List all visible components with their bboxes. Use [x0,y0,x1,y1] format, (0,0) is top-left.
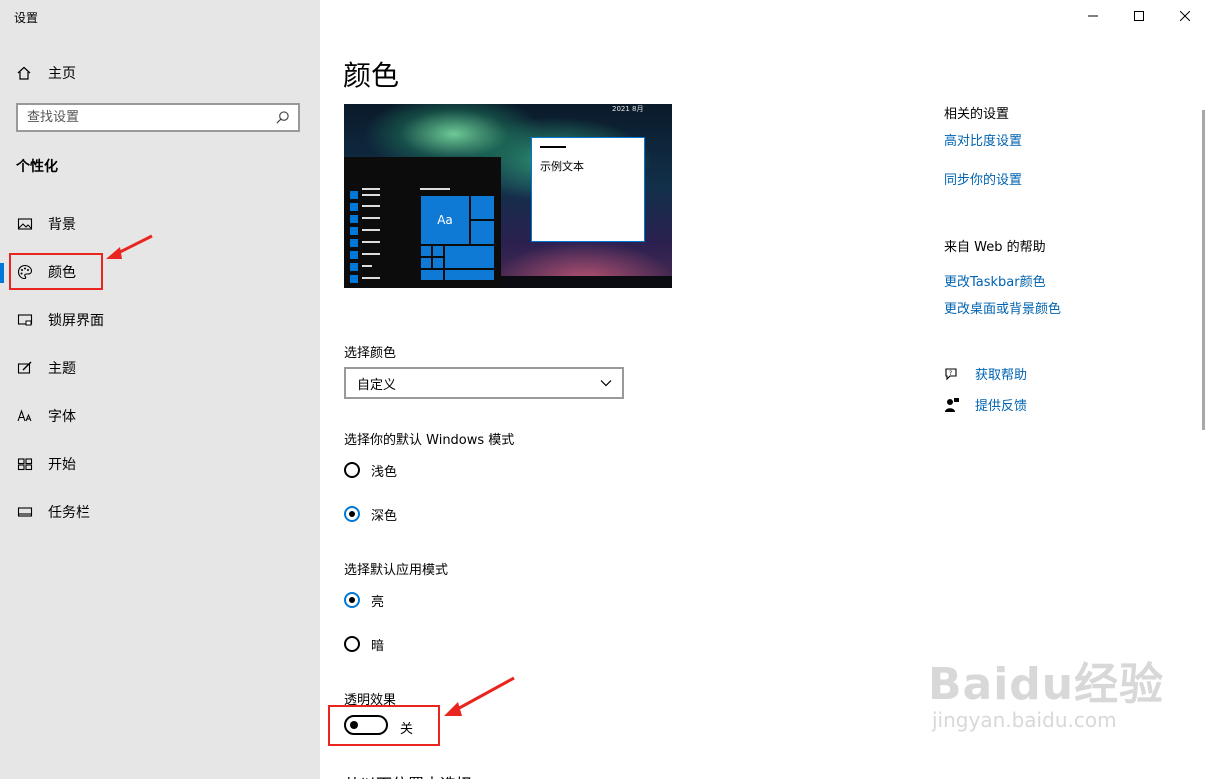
watermark-brand: Baidu经验 [928,659,1165,710]
radio-circle[interactable] [344,592,360,608]
sync-settings-link[interactable]: 同步你的设置 [944,169,1022,188]
svg-text:?: ? [949,370,952,377]
windows-mode-dark-radio[interactable]: 深色 [344,503,397,525]
transparency-toggle[interactable] [344,715,388,735]
radio-circle[interactable] [344,462,360,478]
picture-icon [17,216,33,232]
sidebar-item-label: 主题 [48,361,76,377]
sidebar-item-label: 字体 [48,409,76,425]
feedback-person-icon [945,397,959,412]
color-preview: 2021 8月 Aa 示例文本 [344,104,672,288]
windows-mode-light-radio[interactable]: 浅色 [344,459,397,481]
related-settings-heading: 相关的设置 [944,107,1010,122]
minimize-button[interactable] [1070,0,1116,32]
preview-clock: 2021 8月 [612,105,644,113]
minimize-icon [1088,15,1098,17]
sidebar-item-themes[interactable]: 主题 [0,348,320,388]
toggle-knob [350,721,358,729]
transparency-state-label: 关 [400,722,414,737]
app-mode-light-radio[interactable]: 亮 [344,589,384,611]
sidebar: 设置 主页 个性化 背景 颜色 锁屏界面 主题 字体 开始 任务栏 [0,0,320,779]
home-nav-item[interactable]: 主页 [16,62,76,84]
radio-circle[interactable] [344,506,360,522]
sidebar-item-label: 锁屏界面 [48,313,104,329]
annotation-arrow-icon [106,234,153,259]
sidebar-item-start[interactable]: 开始 [0,444,320,484]
preview-sample-text: 示例文本 [540,160,584,173]
high-contrast-link[interactable]: 高对比度设置 [944,130,1022,149]
close-icon [1180,11,1190,21]
search-box[interactable] [16,103,300,132]
radio-label: 浅色 [371,464,398,480]
next-section-heading-partial: 从以下位置中选择 [344,771,504,779]
preview-sample-window: 示例文本 [531,137,645,242]
preview-start-menu: Aa [344,157,501,288]
help-chat-icon: ? [945,367,957,380]
app-title: 设置 [14,11,39,25]
maximize-icon [1134,11,1144,21]
sidebar-item-taskbar[interactable]: 任务栏 [0,492,320,532]
preview-tile: Aa [420,195,470,245]
get-help-label: 获取帮助 [975,368,1028,383]
close-button[interactable] [1162,0,1208,32]
baidu-watermark: Baidu经验 jingyan.baidu.com [928,648,1164,732]
sidebar-item-label: 任务栏 [48,505,90,521]
theme-brush-icon [17,360,33,376]
chevron-down-icon [600,380,612,387]
change-taskbar-color-link[interactable]: 更改Taskbar颜色 [944,271,1046,290]
annotation-arrow-icon [444,676,515,716]
web-help-heading: 来自 Web 的帮助 [944,240,1046,255]
get-help-link[interactable]: ? 获取帮助 [944,364,1027,383]
section-title: 个性化 [16,159,58,175]
app-mode-label: 选择默认应用模式 [344,563,449,578]
annotation-box-colors [9,253,103,290]
lock-screen-icon [17,312,33,328]
sidebar-item-background[interactable]: 背景 [0,204,320,244]
radio-label: 深色 [371,508,398,524]
feedback-label: 提供反馈 [975,399,1028,414]
sidebar-item-fonts[interactable]: 字体 [0,396,320,436]
home-icon [17,66,31,80]
sidebar-item-label: 背景 [48,217,76,233]
maximize-button[interactable] [1116,0,1162,32]
search-input[interactable] [18,109,279,126]
sidebar-item-label: 开始 [48,457,76,473]
search-icon[interactable] [275,110,290,125]
page-title: 颜色 [343,59,400,92]
windows-mode-label: 选择你的默认 Windows 模式 [344,433,515,448]
home-label: 主页 [48,66,76,82]
start-grid-icon [17,456,33,472]
scrollbar[interactable] [1202,110,1205,430]
change-background-color-link[interactable]: 更改桌面或背景颜色 [944,298,1061,317]
sidebar-item-lock-screen[interactable]: 锁屏界面 [0,300,320,340]
radio-circle[interactable] [344,636,360,652]
choose-color-label: 选择颜色 [344,346,397,361]
app-mode-dark-radio[interactable]: 暗 [344,633,384,655]
taskbar-icon [17,504,33,520]
dropdown-value: 自定义 [357,377,397,393]
transparency-label: 透明效果 [344,693,397,708]
feedback-link[interactable]: 提供反馈 [944,395,1027,414]
radio-label: 暗 [371,638,385,654]
radio-label: 亮 [371,594,385,610]
choose-color-dropdown[interactable]: 自定义 [344,367,624,399]
font-icon [17,408,33,424]
